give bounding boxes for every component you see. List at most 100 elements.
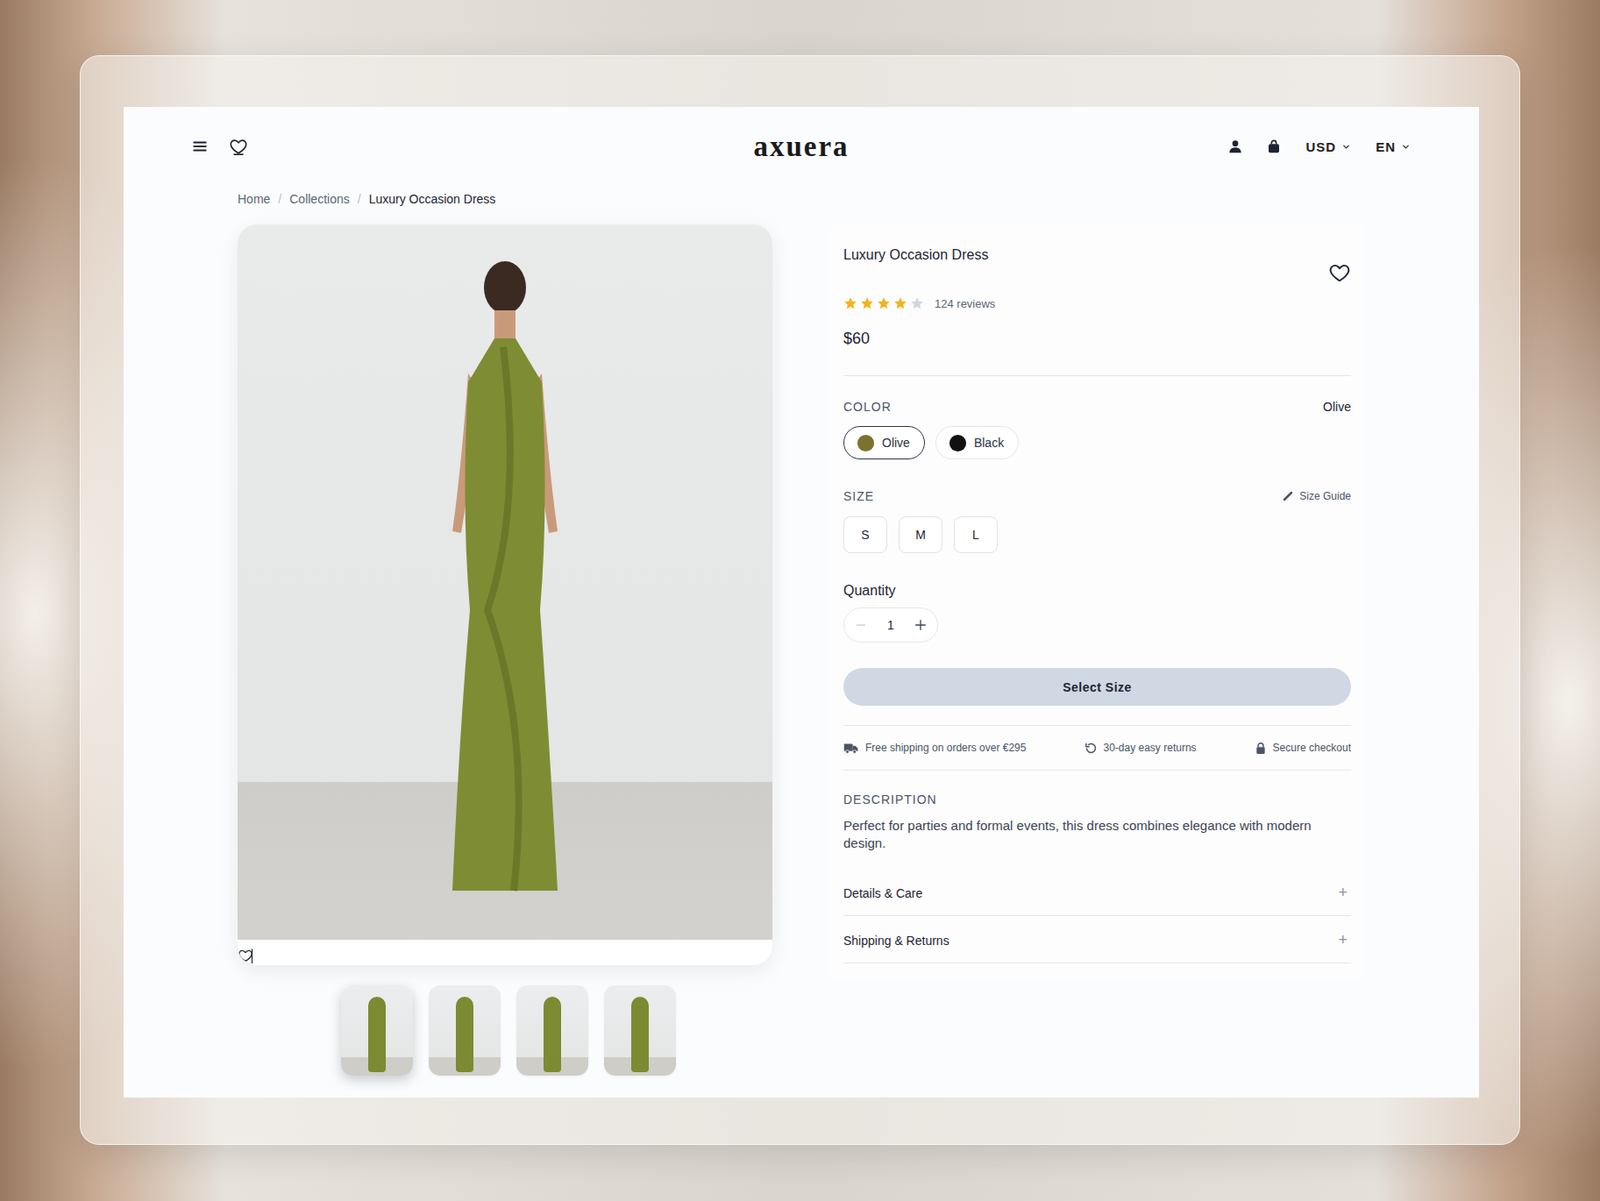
star-icon	[876, 296, 891, 311]
thumbnail-figure	[368, 996, 386, 1073]
breadcrumb-item[interactable]: Collections	[289, 192, 349, 207]
product-main: Luxury Occasion Dress 124 reviews $60 COLOR…	[123, 224, 1480, 1076]
star-icon	[843, 296, 858, 311]
breadcrumb-separator: /	[277, 192, 282, 207]
size-option[interactable]: L	[953, 516, 998, 554]
plus-icon	[913, 618, 928, 633]
minus-icon	[854, 618, 868, 632]
thumbnail-figure	[631, 996, 649, 1073]
accordion-label: Details & Care	[843, 886, 923, 901]
size-label: SIZE	[843, 489, 875, 504]
thumbnail-figure	[455, 996, 474, 1073]
dress-figure	[417, 241, 593, 909]
add-to-cart-button[interactable]: Select Size	[843, 668, 1352, 706]
thumbnail[interactable]	[341, 985, 413, 1076]
menu-icon[interactable]	[192, 138, 208, 155]
breadcrumb-item: Luxury Occasion Dress	[369, 192, 497, 207]
accordion-item[interactable]: Details & Care +	[843, 868, 1352, 917]
accordion-list: Details & Care + Shipping & Returns +	[843, 868, 1352, 964]
thumbnail-figure	[543, 996, 562, 1073]
quantity-label: Quantity	[843, 583, 1352, 599]
perk-item: Secure checkout	[1254, 741, 1352, 755]
breadcrumb-item[interactable]: Home	[237, 192, 271, 207]
divider	[843, 725, 1352, 726]
perk-label: Secure checkout	[1272, 741, 1352, 754]
thumbnail[interactable]	[428, 985, 501, 1076]
language-label: EN	[1375, 139, 1396, 155]
heart-icon[interactable]	[237, 945, 254, 966]
logo[interactable]: axuera	[753, 130, 849, 164]
product-details: Luxury Occasion Dress 124 reviews $60 COLOR…	[829, 224, 1366, 982]
color-swatch	[949, 434, 967, 452]
user-icon[interactable]	[1228, 139, 1243, 154]
description-label: DESCRIPTION	[843, 792, 1352, 807]
increase-button[interactable]	[903, 608, 938, 642]
thumbnail[interactable]	[516, 985, 589, 1076]
review-count[interactable]: 124 reviews	[934, 297, 996, 311]
color-label: COLOR	[843, 399, 892, 414]
color-option-label: Black	[974, 435, 1004, 450]
accordion-label: Shipping & Returns	[843, 933, 950, 948]
language-dropdown[interactable]: EN	[1375, 139, 1411, 155]
bag-icon[interactable]	[1266, 139, 1281, 154]
gallery	[237, 224, 773, 1076]
chevron-down-icon	[1400, 142, 1411, 152]
accordion-toggle: +	[1337, 883, 1352, 903]
currency-dropdown[interactable]: USD	[1305, 139, 1352, 155]
breadcrumb-separator: /	[357, 192, 362, 207]
perk-item: Free shipping on orders over €295	[843, 739, 1026, 756]
color-value: Olive	[1322, 399, 1352, 414]
size-options: SML	[843, 516, 1352, 554]
star-icon	[893, 296, 908, 311]
perk-label: 30-day easy returns	[1103, 741, 1197, 754]
star-icon	[860, 296, 875, 311]
favorite-heart-icon[interactable]	[1328, 261, 1352, 285]
perks-row: Free shipping on orders over €295 30-day …	[843, 725, 1352, 770]
divider	[843, 375, 1352, 377]
size-option[interactable]: M	[898, 516, 943, 554]
size-option[interactable]: S	[843, 516, 888, 554]
truck-icon	[843, 739, 860, 756]
star-rating	[843, 296, 925, 311]
thumbnail-row	[341, 985, 773, 1076]
wishlist-heart-icon[interactable]	[228, 136, 249, 157]
browser-frame: axuera USD EN Home / Collections / Luxury Occas…	[79, 55, 1521, 1145]
site-header: axuera USD EN	[123, 106, 1480, 186]
photo-caption-strip	[237, 939, 773, 966]
decrease-button[interactable]	[844, 608, 878, 642]
perk-item: 30-day easy returns	[1084, 741, 1197, 755]
product-title: Luxury Occasion Dress	[843, 247, 989, 264]
currency-label: USD	[1305, 139, 1337, 155]
title-row: Luxury Occasion Dress	[843, 241, 1352, 285]
size-header: SIZE Size Guide	[843, 489, 1352, 504]
header-left	[192, 136, 561, 157]
quantity-stepper: 1	[843, 607, 939, 643]
color-option[interactable]: Olive	[843, 426, 925, 460]
product-page: axuera USD EN Home / Collections / Luxury Occas…	[123, 106, 1480, 1098]
divider	[843, 769, 1352, 771]
quantity-value[interactable]: 1	[877, 618, 904, 633]
product-photo[interactable]	[237, 224, 773, 940]
color-option-label: Olive	[881, 435, 911, 450]
color-header: COLOR Olive	[843, 399, 1352, 414]
size-guide-link[interactable]: Size Guide	[1282, 490, 1352, 503]
accordion-toggle: +	[1337, 931, 1352, 950]
thumbnail[interactable]	[604, 985, 676, 1076]
description-text: Perfect for parties and formal events, t…	[843, 817, 1352, 852]
header-right: USD EN	[1042, 139, 1411, 155]
accordion-item[interactable]: Shipping & Returns +	[843, 916, 1352, 964]
star-icon	[910, 296, 925, 311]
rating-row: 124 reviews	[843, 296, 1352, 311]
ruler-icon	[1282, 490, 1294, 502]
color-swatch	[857, 434, 875, 452]
perk-label: Free shipping on orders over €295	[865, 741, 1026, 754]
lock-icon	[1254, 741, 1267, 755]
size-guide-label: Size Guide	[1299, 490, 1352, 503]
breadcrumb: Home / Collections / Luxury Occasion Dress	[123, 188, 1480, 210]
chevron-down-icon	[1341, 142, 1352, 152]
price: $60	[843, 329, 1352, 349]
photo-card	[237, 224, 773, 966]
color-option[interactable]: Black	[935, 426, 1019, 460]
return-icon	[1084, 741, 1098, 755]
color-options: Olive Black	[843, 426, 1352, 460]
